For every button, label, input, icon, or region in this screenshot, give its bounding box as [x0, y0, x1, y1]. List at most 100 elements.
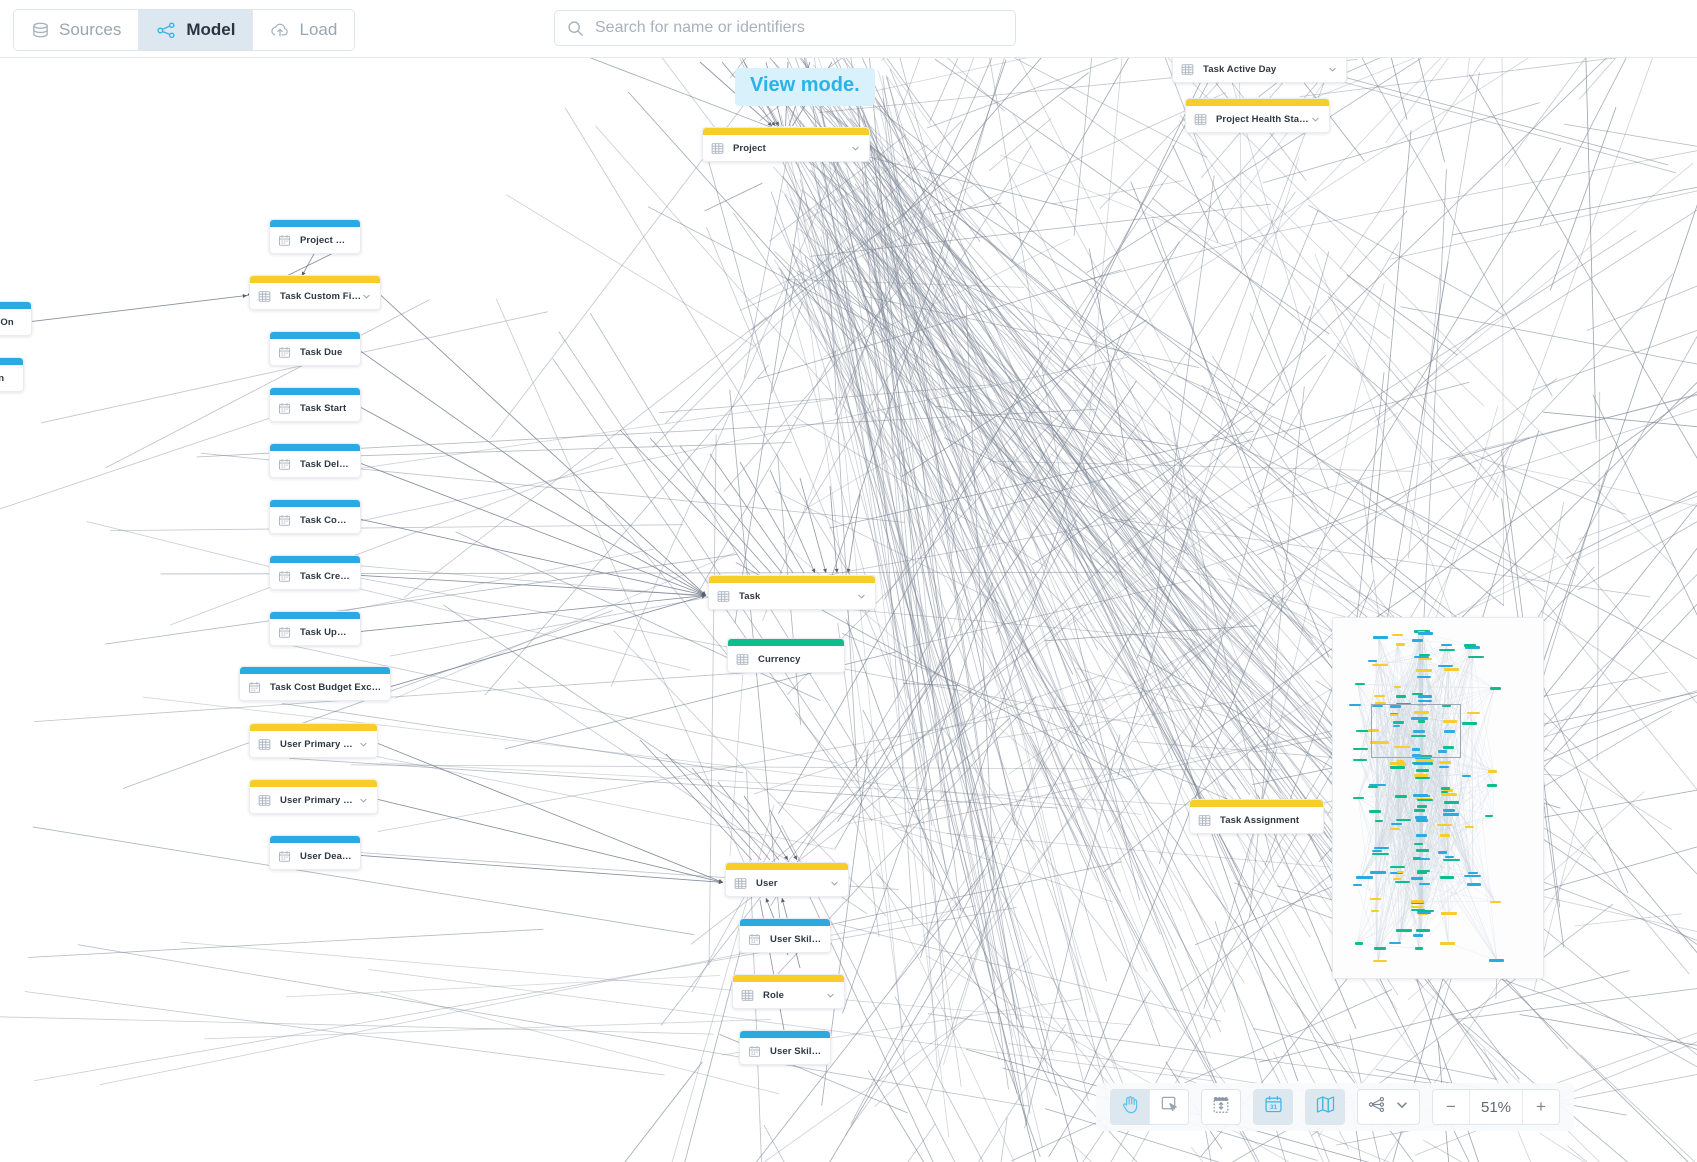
- graph-node-user-deactivated[interactable]: User Deactivated: [269, 835, 361, 870]
- minimap-node-bar: [1417, 857, 1431, 861]
- tab-model[interactable]: Model: [139, 10, 254, 50]
- select-tool-button[interactable]: [1150, 1090, 1188, 1124]
- minimap-node-bar: [1415, 947, 1423, 950]
- minimap-node-bar: [1413, 639, 1423, 642]
- graph-node-task-completed[interactable]: Task Completed: [269, 499, 361, 534]
- chevron-down-icon: [1394, 1097, 1410, 1118]
- minimap-edges: [1356, 631, 1498, 961]
- tab-sources[interactable]: Sources: [14, 10, 140, 50]
- graph-node-task[interactable]: Task: [708, 575, 876, 610]
- grid-icon: [736, 653, 749, 666]
- layout-dropdown-button[interactable]: [1357, 1089, 1420, 1125]
- node-label: Task Deleted: [300, 458, 352, 470]
- tab-load[interactable]: Load: [253, 10, 355, 50]
- minimap-node-bar: [1441, 787, 1450, 790]
- chevron-down-icon[interactable]: [358, 739, 369, 750]
- chevron-down-icon[interactable]: [358, 795, 369, 806]
- minimap-viewport[interactable]: [1371, 704, 1461, 758]
- mode-segmented-control[interactable]: Sources Model Load: [13, 9, 356, 51]
- node-body: User Skill Created: [740, 926, 830, 952]
- fit-height-button[interactable]: [1202, 1090, 1240, 1124]
- grid-icon: [1181, 63, 1194, 76]
- graph-node-project-completed[interactable]: Project Completed: [269, 219, 361, 254]
- node-label: ved On: [0, 316, 14, 328]
- graph-node-user-skill-updated[interactable]: User Skill Updated: [739, 1030, 831, 1065]
- minimap-node-bar: [1411, 908, 1426, 912]
- calendar-button[interactable]: 31: [1254, 1090, 1292, 1124]
- minimap-node-bar: [1439, 761, 1452, 764]
- graph-node-edge-node-2[interactable]: ation: [0, 357, 24, 392]
- minimap-node-bar: [1416, 675, 1431, 679]
- graph-node-task-cost-budget[interactable]: Task Cost Budget Exchange Rate ...: [239, 666, 391, 701]
- chevron-down-icon[interactable]: [850, 143, 861, 154]
- graph-node-currency[interactable]: Currency: [727, 638, 845, 673]
- node-body: Task Assignment: [1190, 807, 1323, 833]
- graph-node-task-custom-fields[interactable]: Task Custom Fields: [249, 275, 381, 310]
- node-body: Task Custom Fields: [250, 283, 380, 309]
- graph-node-task-assignment[interactable]: Task Assignment: [1189, 799, 1324, 834]
- minimap-node-bar: [1413, 794, 1424, 797]
- chevron-down-icon[interactable]: [829, 878, 840, 889]
- graph-node-user-primary-dept[interactable]: User Primary Department: [249, 723, 378, 758]
- node-label: User: [756, 877, 778, 889]
- graph-node-user-primary-geo[interactable]: User Primary Geography: [249, 779, 378, 814]
- graph-node-task-active-day[interactable]: Task Active Day: [1172, 58, 1347, 83]
- node-label: Task Due: [300, 346, 343, 358]
- chevron-down-icon[interactable]: [825, 990, 836, 1001]
- node-body: User Deactivated: [270, 843, 360, 869]
- search-box[interactable]: [554, 10, 1016, 46]
- graph-canvas[interactable]: Task Active Day Project Health Status Proj…: [0, 58, 1697, 1162]
- graph-node-project[interactable]: Project: [702, 127, 870, 162]
- minimap-node-bar: [1349, 703, 1361, 707]
- map-icon: [1315, 1094, 1336, 1120]
- chevron-down-icon[interactable]: [1327, 64, 1338, 75]
- chevron-down-icon[interactable]: [361, 291, 372, 302]
- search-icon: [567, 20, 584, 37]
- pointer-mode-group: [1110, 1089, 1189, 1125]
- graph-node-user-skill-created[interactable]: User Skill Created: [739, 918, 831, 953]
- graph-node-task-created[interactable]: Task Created: [269, 555, 361, 590]
- minimap-node-bar: [1485, 814, 1494, 817]
- chevron-down-icon[interactable]: [1310, 114, 1321, 125]
- minimap-node-bar: [1440, 912, 1458, 915]
- minimap-node-bar: [1373, 636, 1389, 639]
- graph-node-role[interactable]: Role: [732, 974, 845, 1009]
- minimap-node-bar: [1356, 876, 1374, 879]
- node-label: ation: [0, 373, 4, 384]
- search-input[interactable]: [593, 18, 1015, 38]
- chevron-down-icon[interactable]: [856, 591, 867, 602]
- graph-node-user[interactable]: User: [725, 862, 849, 897]
- minimap-node-bar: [1488, 770, 1498, 773]
- minimap-node-bar: [1392, 633, 1404, 637]
- zoom-control: − 51% +: [1432, 1089, 1560, 1125]
- minimap-node-bar: [1389, 766, 1406, 769]
- cloud-upload-icon: [270, 20, 290, 40]
- graph-node-task-deleted[interactable]: Task Deleted: [269, 443, 361, 478]
- graph-node-task-start[interactable]: Task Start: [269, 387, 361, 422]
- node-type-bar: [270, 220, 360, 227]
- node-type-bar: [728, 639, 844, 646]
- minimap-node-bar: [1372, 959, 1387, 963]
- minimap-toggle-button[interactable]: [1306, 1090, 1344, 1124]
- grid-icon: [734, 877, 747, 890]
- node-body: Currency: [728, 646, 844, 672]
- graph-node-task-updated[interactable]: Task Updated: [269, 611, 361, 646]
- minimap-node-bar: [1416, 805, 1427, 808]
- minimap-node-bar: [1466, 883, 1481, 886]
- graph-node-project-health[interactable]: Project Health Status: [1185, 98, 1330, 133]
- minimap-node-bar: [1415, 769, 1430, 772]
- minimap-node-bar: [1438, 648, 1455, 652]
- graph-node-edge-node-1[interactable]: ved On: [0, 301, 32, 336]
- minimap-node-bar: [1461, 774, 1471, 778]
- minimap-node-bar: [1416, 871, 1427, 874]
- pan-tool-button[interactable]: [1111, 1090, 1150, 1124]
- zoom-in-button[interactable]: +: [1522, 1090, 1559, 1124]
- grid-icon: [258, 794, 271, 807]
- minimap-node-bar: [1395, 880, 1411, 884]
- minimap-node-bar: [1488, 959, 1505, 962]
- minimap-node-bar: [1374, 947, 1386, 950]
- graph-node-task-due[interactable]: Task Due: [269, 331, 361, 366]
- minimap-node-bar: [1440, 942, 1456, 945]
- minimap[interactable]: [1332, 617, 1544, 979]
- zoom-out-button[interactable]: −: [1433, 1090, 1470, 1124]
